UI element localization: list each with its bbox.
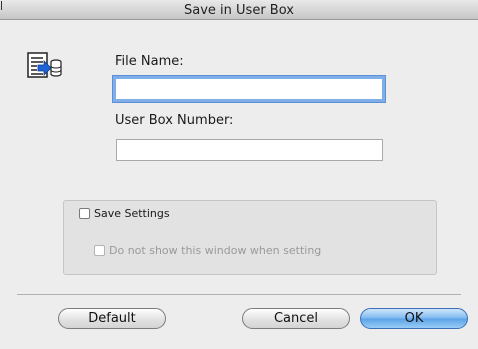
user-box-number-label: User Box Number: <box>115 113 234 128</box>
cancel-button[interactable]: Cancel <box>242 308 350 329</box>
dont-show-window-label: Do not show this window when setting <box>109 244 322 257</box>
save-settings-label: Save Settings <box>94 207 170 220</box>
save-settings-option[interactable]: Save Settings <box>79 207 170 220</box>
save-settings-checkbox[interactable] <box>79 208 90 219</box>
ok-button[interactable]: OK <box>360 308 468 329</box>
file-name-label: File Name: <box>115 54 184 69</box>
title-bar[interactable]: Save in User Box <box>0 0 478 20</box>
dont-show-window-option: Do not show this window when setting <box>94 244 321 257</box>
window-title: Save in User Box <box>184 3 294 18</box>
file-name-input[interactable] <box>113 76 385 102</box>
save-to-box-icon <box>27 52 75 94</box>
dont-show-window-checkbox <box>94 245 105 256</box>
button-separator <box>17 294 461 295</box>
user-box-number-input[interactable] <box>116 139 383 161</box>
default-button[interactable]: Default <box>58 308 166 329</box>
